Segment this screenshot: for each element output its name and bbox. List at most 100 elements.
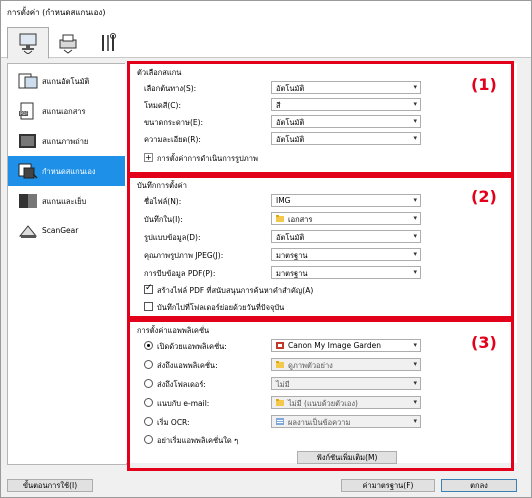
- subfolder-date-checkbox[interactable]: [144, 302, 153, 311]
- section-number-2: (2): [471, 187, 497, 206]
- chevron-down-icon: ▾: [413, 341, 417, 349]
- chevron-down-icon: ▾: [413, 360, 417, 368]
- folder-icon: [276, 215, 284, 222]
- chevron-down-icon: ▾: [413, 100, 417, 108]
- document-scan-icon: PDF: [19, 102, 34, 120]
- sidebar-item-photo-scan[interactable]: สแกนภาพถ่าย: [8, 126, 126, 156]
- chevron-down-icon: ▾: [413, 417, 417, 425]
- sidebar-item-auto-scan[interactable]: สแกนอัตโนมัติ: [8, 66, 126, 96]
- attach-email-label: แนบกับ e-mail:: [157, 399, 210, 408]
- tab-general-settings[interactable]: [87, 27, 129, 59]
- attach-email-radio[interactable]: [144, 398, 153, 407]
- chevron-down-icon: ▾: [413, 83, 417, 91]
- pdf-compression-label: การบีบข้อมูล PDF(P):: [144, 269, 216, 278]
- paper-size-label: ขนาดกระดาษ(E):: [144, 118, 204, 127]
- start-ocr-label: เริ่ม OCR:: [157, 418, 190, 427]
- sidebar-item-scangear[interactable]: ScanGear: [8, 216, 126, 246]
- resolution-select[interactable]: อัตโนมัติ ▾: [271, 132, 421, 145]
- tab-scanner[interactable]: [47, 27, 89, 59]
- data-format-select[interactable]: อัตโนมัติ ▾: [271, 230, 421, 243]
- chevron-down-icon: ▾: [413, 398, 417, 406]
- ocr-icon: [276, 418, 284, 425]
- section-number-1: (1): [471, 75, 497, 94]
- sidebar-item-label: สแกนและเย็บ: [42, 197, 87, 206]
- instructions-button[interactable]: ขั้นตอนการใช้(I): [7, 479, 93, 492]
- source-select[interactable]: อัตโนมัติ ▾: [271, 81, 421, 94]
- app-icon: [276, 342, 284, 349]
- jpeg-quality-label: คุณภาพรูปภาพ JPEG(J):: [144, 251, 224, 260]
- image-processing-label: การตั้งค่าการดำเนินการรูปภาพ: [157, 154, 258, 163]
- color-mode-label: โหมดสี(C):: [144, 101, 181, 110]
- chevron-down-icon: ▾: [413, 232, 417, 240]
- chevron-down-icon: ▾: [413, 379, 417, 387]
- custom-scan-icon: [18, 163, 38, 179]
- paper-size-select[interactable]: อัตโนมัติ ▾: [271, 115, 421, 128]
- folder-icon: [276, 399, 284, 406]
- sidebar-item-label: สแกนภาพถ่าย: [42, 137, 89, 146]
- chevron-down-icon: ▾: [413, 117, 417, 125]
- window-title: การตั้งค่า (กำหนดสแกนเอง): [7, 8, 106, 17]
- resolution-label: ความละเอียด(R):: [144, 135, 201, 144]
- send-to-app-select[interactable]: ดูภาพตัวอย่าง ▾: [271, 358, 421, 371]
- sidebar-item-document-scan[interactable]: PDF สแกนเอกสาร: [8, 96, 126, 126]
- start-ocr-select[interactable]: ผลงานเป็นข้อความ ▾: [271, 415, 421, 428]
- sidebar-item-scan-stitch[interactable]: สแกนและเย็บ: [8, 186, 126, 216]
- source-label: เลือกต้นทาง(S):: [144, 84, 197, 93]
- subfolder-date-label: บันทึกไปที่โฟลเดอร์ย่อยด้วยวันที่ปัจจุบั…: [157, 303, 285, 312]
- send-to-folder-label: ส่งถึงโฟลเดอร์:: [157, 380, 206, 389]
- tab-scan[interactable]: [7, 27, 49, 59]
- chevron-down-icon: ▾: [413, 134, 417, 142]
- chevron-down-icon: ▾: [413, 196, 417, 204]
- send-to-folder-select[interactable]: ไม่มี ▾: [271, 377, 421, 390]
- scanner-icon: [59, 34, 77, 54]
- chevron-down-icon: ▾: [413, 268, 417, 276]
- no-app-radio[interactable]: [144, 435, 153, 444]
- jpeg-quality-select[interactable]: มาตรฐาน ▾: [271, 248, 421, 261]
- data-format-label: รูปแบบข้อมูล(D):: [144, 233, 201, 242]
- computer-scan-icon: [19, 33, 37, 54]
- more-functions-button[interactable]: ฟังก์ชันเพิ่มเติม(M): [297, 451, 397, 464]
- ok-button[interactable]: ตกลง: [441, 479, 517, 492]
- sidebar-item-custom-scan[interactable]: กำหนดสแกนเอง: [8, 156, 126, 186]
- file-name-label: ชื่อไฟล์(N):: [144, 197, 182, 206]
- send-to-app-radio[interactable]: [144, 360, 153, 369]
- searchable-pdf-label: สร้างไฟล์ PDF ที่สนับสนุนการค้นหาคำสำคัญ…: [157, 286, 314, 295]
- save-in-label: บันทึกใน(I):: [144, 215, 183, 224]
- tab-bar: [1, 21, 531, 59]
- save-in-select[interactable]: เอกสาร ▾: [271, 212, 421, 225]
- sidebar: สแกนอัตโนมัติ PDF สแกนเอกสาร สแกนภาพถ่าย: [7, 63, 127, 465]
- pdf-compression-select[interactable]: มาตรฐาน ▾: [271, 266, 421, 279]
- send-to-app-label: ส่งถึงแอพพลิเคชั่น:: [157, 361, 218, 370]
- save-settings-title: บันทึกการตั้งค่า: [137, 181, 187, 190]
- open-with-app-label: เปิดด้วยแอพพลิเคชั่น:: [157, 342, 227, 351]
- file-name-input[interactable]: IMG ▾: [271, 194, 421, 207]
- title-bar: การตั้งค่า (กำหนดสแกนเอง): [1, 1, 531, 21]
- chevron-down-icon: ▾: [413, 214, 417, 222]
- sidebar-item-label: กำหนดสแกนเอง: [42, 167, 96, 176]
- send-to-folder-radio[interactable]: [144, 379, 153, 388]
- folder-icon: [276, 361, 284, 368]
- start-ocr-radio[interactable]: [144, 417, 153, 426]
- app-settings-title: การตั้งค่าแอพพลิเคชั่น: [137, 326, 210, 335]
- tools-icon: [102, 33, 116, 51]
- scan-options-title: ตัวเลือกสแกน: [137, 68, 182, 77]
- svg-text:PDF: PDF: [20, 111, 28, 116]
- no-app-label: อย่าเริ่มแอพพลิเคชั่นใด ๆ: [157, 436, 239, 445]
- scan-stitch-icon: [19, 194, 37, 208]
- scangear-icon: [18, 225, 38, 238]
- section-number-3: (3): [471, 333, 497, 352]
- settings-window: การตั้งค่า (กำหนดสแกนเอง) สแกนอัตโนมัติ …: [0, 0, 532, 498]
- photo-scan-icon: [19, 134, 36, 148]
- chevron-down-icon: ▾: [413, 250, 417, 258]
- color-mode-select[interactable]: สี ▾: [271, 98, 421, 111]
- defaults-button[interactable]: ค่ามาตรฐาน(F): [341, 479, 435, 492]
- expand-image-processing-button[interactable]: +: [144, 153, 153, 162]
- sidebar-item-label: สแกนเอกสาร: [42, 107, 86, 116]
- searchable-pdf-checkbox[interactable]: [144, 283, 153, 294]
- open-with-app-select[interactable]: Canon My Image Garden ▾: [271, 339, 421, 352]
- auto-scan-icon: [18, 73, 38, 89]
- attach-email-select[interactable]: ไม่มี (แนบด้วยตัวเอง) ▾: [271, 396, 421, 409]
- sidebar-item-label: สแกนอัตโนมัติ: [42, 77, 90, 86]
- open-with-app-radio[interactable]: [144, 341, 153, 350]
- sidebar-item-label: ScanGear: [42, 226, 79, 235]
